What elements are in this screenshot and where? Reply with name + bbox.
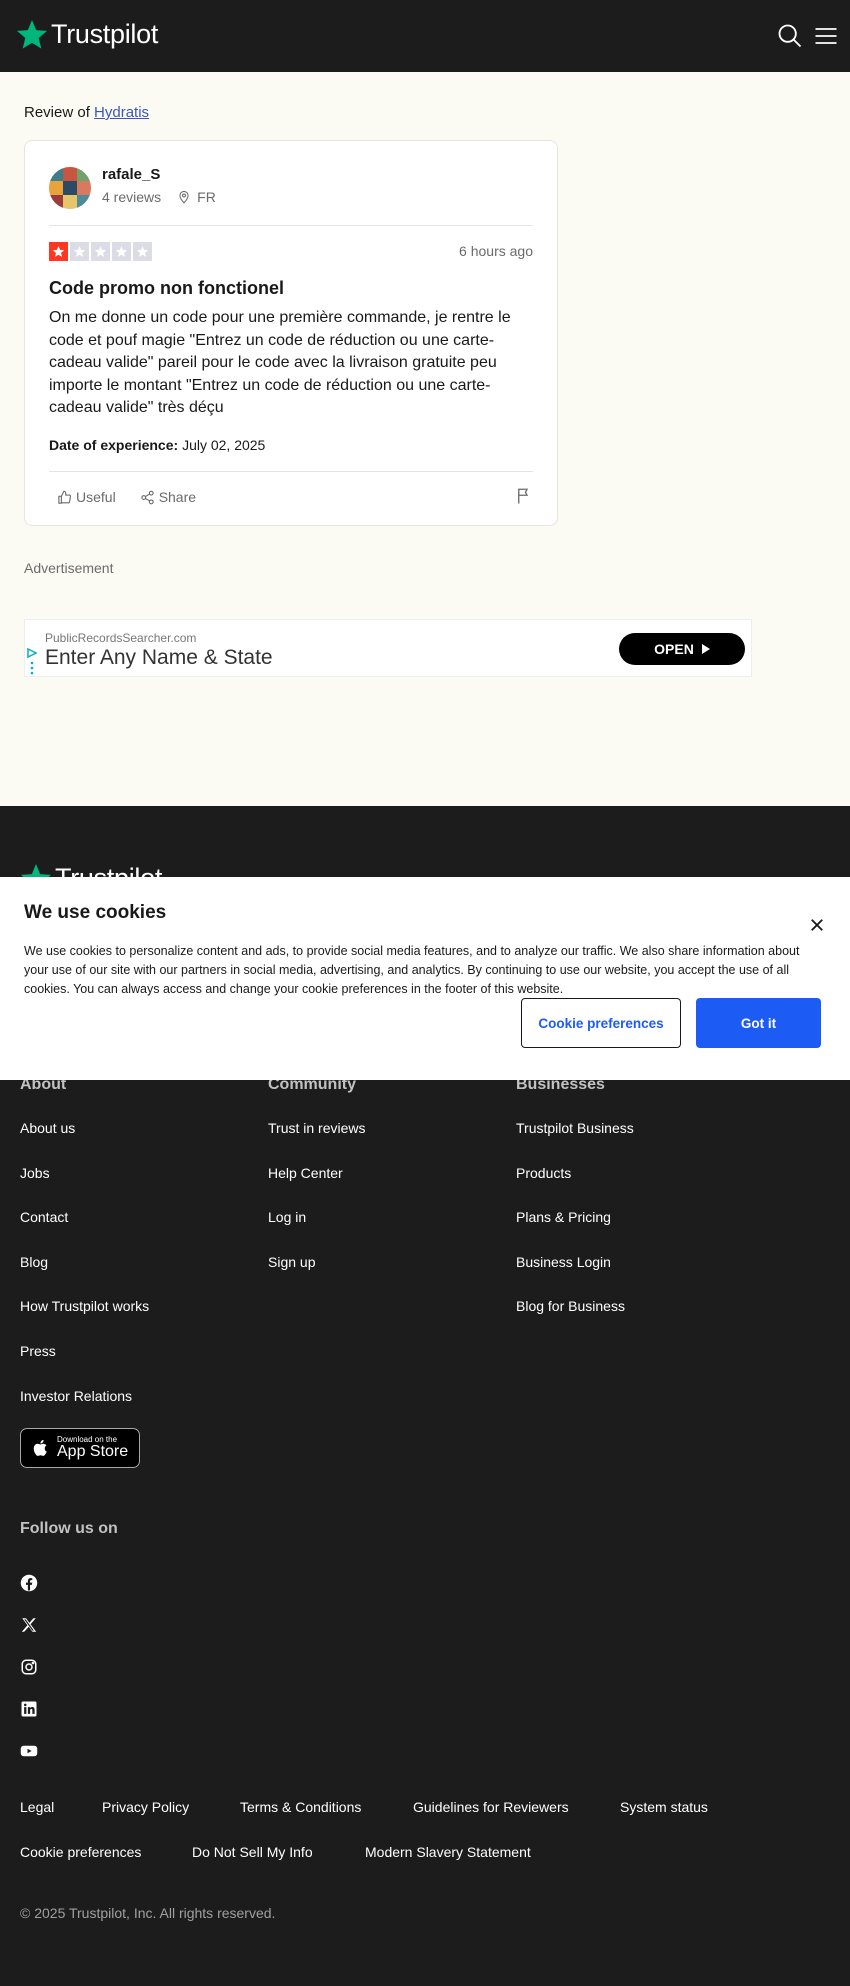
copyright: © 2025 Trustpilot, Inc. All rights reser… xyxy=(20,1905,276,1921)
footer-link[interactable]: Blog xyxy=(20,1254,48,1270)
review-of-prefix: Review of xyxy=(24,104,90,121)
footer-legal-link[interactable]: Legal xyxy=(20,1799,54,1815)
review-actions: Useful Share xyxy=(49,489,204,505)
footer-legal-link[interactable]: Guidelines for Reviewers xyxy=(413,1799,569,1815)
ad-banner[interactable]: PublicRecordsSearcher.com Enter Any Name… xyxy=(24,619,752,677)
footer-link[interactable]: Contact xyxy=(20,1209,68,1225)
reviewer-country: FR xyxy=(197,189,216,205)
reviewer-meta: 4 reviews FR xyxy=(102,189,216,205)
x-icon[interactable] xyxy=(20,1616,38,1634)
divider xyxy=(49,471,533,472)
useful-label: Useful xyxy=(76,489,116,505)
reviewer-name[interactable]: rafale_S xyxy=(102,166,160,183)
avatar[interactable] xyxy=(49,167,91,209)
footer-link[interactable]: Business Login xyxy=(516,1254,611,1270)
star-rating xyxy=(49,242,152,261)
ad-source: PublicRecordsSearcher.com xyxy=(45,631,197,645)
footer-legal-link[interactable]: Do Not Sell My Info xyxy=(192,1844,313,1860)
thumbs-up-icon xyxy=(58,490,71,504)
experience-label: Date of experience: xyxy=(49,437,179,453)
review-count: 4 reviews xyxy=(102,189,162,205)
flag-icon[interactable] xyxy=(515,487,533,505)
footer-link[interactable]: Trust in reviews xyxy=(268,1120,366,1136)
cookie-text: We use cookies to personalize content an… xyxy=(24,944,800,996)
star-empty-icon xyxy=(91,242,110,261)
company-link[interactable]: Hydratis xyxy=(94,104,149,121)
review-time: 6 hours ago xyxy=(459,243,533,259)
youtube-icon[interactable] xyxy=(20,1742,38,1760)
experience-date: July 02, 2025 xyxy=(182,437,266,453)
close-icon[interactable] xyxy=(808,916,826,934)
star-empty-icon xyxy=(70,242,89,261)
ad-choices-icon[interactable] xyxy=(27,648,37,658)
ad-open-button[interactable]: OPEN xyxy=(619,633,745,665)
footer-link[interactable]: Products xyxy=(516,1165,571,1181)
divider xyxy=(49,225,533,226)
play-arrow-icon xyxy=(701,644,710,654)
ad-menu-icon[interactable] xyxy=(29,661,35,675)
useful-button[interactable]: Useful xyxy=(49,489,124,505)
cookie-title: We use cookies xyxy=(24,902,167,923)
share-label: Share xyxy=(158,489,197,505)
instagram-icon[interactable] xyxy=(20,1658,38,1676)
footer-link[interactable]: About us xyxy=(20,1120,75,1136)
footer-link[interactable]: Trustpilot Business xyxy=(516,1120,634,1136)
star-filled-icon xyxy=(49,242,68,261)
footer-legal-link[interactable]: Privacy Policy xyxy=(102,1799,189,1815)
location-pin-icon xyxy=(179,190,189,204)
review-of: Review of Hydratis xyxy=(24,104,149,121)
footer-legal-link[interactable]: Modern Slavery Statement xyxy=(365,1844,531,1860)
share-icon xyxy=(141,490,154,504)
star-empty-icon xyxy=(133,242,152,261)
got-it-button[interactable]: Got it xyxy=(696,998,821,1048)
star-empty-icon xyxy=(112,242,131,261)
advertisement-label: Advertisement xyxy=(24,560,114,576)
footer-legal-link[interactable]: System status xyxy=(620,1799,708,1815)
footer-link[interactable]: Jobs xyxy=(20,1165,50,1181)
ad-open-label: OPEN xyxy=(654,641,694,657)
footer-link[interactable]: Press xyxy=(20,1343,56,1359)
footer-link[interactable]: Sign up xyxy=(268,1254,315,1270)
footer-link[interactable]: Help Center xyxy=(268,1165,343,1181)
date-of-experience: Date of experience: July 02, 2025 xyxy=(49,437,265,453)
star-logo-icon xyxy=(16,20,48,49)
footer-link[interactable]: Log in xyxy=(268,1209,306,1225)
app-store-big-text: App Store xyxy=(57,1443,129,1460)
brand-name: Trustpilot xyxy=(51,18,159,49)
search-icon[interactable] xyxy=(776,22,804,50)
review-title: Code promo non fonctionel xyxy=(49,278,284,298)
footer-link[interactable]: Plans & Pricing xyxy=(516,1209,611,1225)
footer-legal-link[interactable]: Terms & Conditions xyxy=(240,1799,361,1815)
apple-icon xyxy=(33,1439,47,1456)
footer-legal-link[interactable]: Cookie preferences xyxy=(20,1844,141,1860)
footer-link[interactable]: Blog for Business xyxy=(516,1298,625,1314)
menu-icon[interactable] xyxy=(812,22,840,50)
cookie-preferences-button[interactable]: Cookie preferences xyxy=(521,998,681,1048)
trustpilot-logo[interactable]: Trustpilot xyxy=(16,18,158,50)
site-header: Trustpilot xyxy=(0,0,850,72)
main-content: Review of Hydratis rafale_S 4 reviews FR… xyxy=(0,72,850,806)
linkedin-icon[interactable] xyxy=(20,1700,38,1718)
footer-link[interactable]: How Trustpilot works xyxy=(20,1298,149,1314)
footer-link[interactable]: Investor Relations xyxy=(20,1388,132,1404)
share-button[interactable]: Share xyxy=(132,489,204,505)
ad-headline[interactable]: Enter Any Name & State xyxy=(45,646,273,670)
review-body: On me donne un code pour une première co… xyxy=(49,309,511,416)
cookie-banner: We use cookies We use cookies to persona… xyxy=(0,877,850,1080)
app-store-badge[interactable]: Download on the App Store xyxy=(20,1428,140,1468)
review-card: rafale_S 4 reviews FR 6 hours ago Code p… xyxy=(24,140,558,526)
facebook-icon[interactable] xyxy=(20,1574,38,1592)
follow-us-heading: Follow us on xyxy=(20,1520,118,1537)
